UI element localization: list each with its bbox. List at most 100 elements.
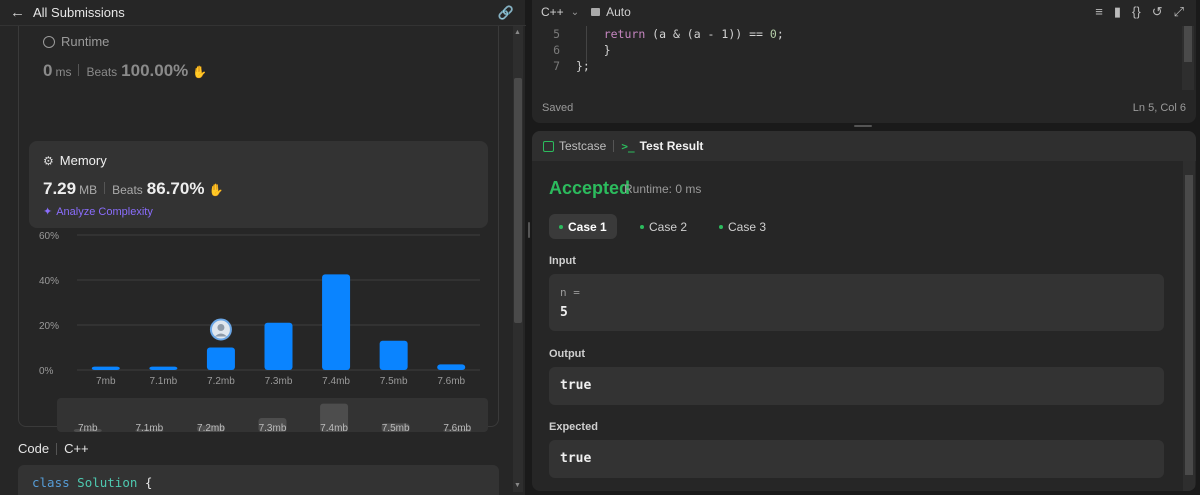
performance-card: Runtime 0 ms Beats 100.00% ✋ ⚙ Memory 7.… xyxy=(18,26,499,432)
tab-test-result[interactable]: >_ Test Result xyxy=(621,139,703,153)
memory-card[interactable]: ⚙ Memory 7.29 MB Beats 86.70% ✋ ✦ Analyz… xyxy=(29,141,488,228)
runtime-stats: 0 ms Beats 100.00% ✋ xyxy=(43,61,207,81)
runtime-label: Runtime xyxy=(61,34,110,49)
input-box[interactable]: n = 5 xyxy=(549,274,1164,331)
scroll-thumb[interactable] xyxy=(1185,175,1193,475)
splitter-grip[interactable] xyxy=(528,222,530,238)
splitter-grip[interactable] xyxy=(854,125,872,127)
code-token: } xyxy=(603,43,611,57)
memory-title: ⚙ Memory xyxy=(43,153,107,168)
editor-toolbar: C++ ⌄ Auto ≡ ▮ {} ↺ ⤢ xyxy=(532,0,1196,24)
divider xyxy=(78,64,80,76)
scroll-thumb[interactable] xyxy=(1184,26,1192,62)
runtime-beats-value: 100.00% xyxy=(121,61,189,80)
tab-testcase[interactable]: Testcase xyxy=(543,139,606,153)
range-tick-label: 7.1mb xyxy=(135,423,163,432)
x-tick-label: 7.3mb xyxy=(265,376,293,387)
runtime-title[interactable]: Runtime xyxy=(43,34,109,49)
runtime-beats-label: Beats xyxy=(86,65,118,79)
range-tick-label: 7mb xyxy=(78,423,98,432)
indent-guide xyxy=(586,26,587,62)
format-icon[interactable]: ≡ xyxy=(1095,4,1103,20)
line-content: } xyxy=(576,42,611,58)
submission-scroll-area: Runtime 0 ms Beats 100.00% ✋ ⚙ Memory 7.… xyxy=(0,26,514,495)
horizontal-splitter[interactable] xyxy=(532,123,1196,131)
code-label: Code xyxy=(18,441,50,456)
autocomplete-mode[interactable]: Auto xyxy=(606,5,631,19)
case-tab-3[interactable]: Case 3 xyxy=(709,214,776,239)
pass-dot-icon xyxy=(559,224,563,229)
submitted-code-block[interactable]: class Solution { xyxy=(18,465,499,495)
tab-testcase-label: Testcase xyxy=(559,139,607,153)
memory-stats: 7.29 MB Beats 86.70% ✋ xyxy=(43,179,223,199)
line-number: 6 xyxy=(553,43,560,57)
line-number: 7 xyxy=(553,59,560,73)
range-tick-label: 7.4mb xyxy=(320,423,348,432)
chart-bar[interactable] xyxy=(91,366,120,370)
analyze-complexity-label: Analyze Complexity xyxy=(56,205,153,218)
input-variable: n = xyxy=(560,286,580,299)
chart-bar[interactable] xyxy=(206,347,235,371)
expand-icon[interactable]: ⤢ xyxy=(1174,4,1184,20)
bookmark-icon[interactable]: ▮ xyxy=(1114,4,1121,20)
editor-tools: ≡ ▮ {} ↺ ⤢ xyxy=(1095,4,1184,20)
reset-icon[interactable]: ↺ xyxy=(1152,4,1163,20)
memory-unit: MB xyxy=(79,183,98,197)
share-link-icon[interactable]: 🔗 xyxy=(498,5,514,21)
divider xyxy=(56,442,58,455)
range-tick-label: 7.5mb xyxy=(382,423,410,432)
back-arrow-icon[interactable]: ← xyxy=(10,4,25,21)
language-selector[interactable]: C++ xyxy=(541,5,564,19)
scroll-thumb[interactable] xyxy=(514,78,522,323)
case-tab-2[interactable]: Case 2 xyxy=(630,214,697,239)
input-label: Input xyxy=(549,255,576,267)
code-language: C++ xyxy=(64,441,89,456)
y-tick-label: 20% xyxy=(39,321,59,332)
output-label: Output xyxy=(549,348,586,360)
checkbox-icon xyxy=(543,140,554,152)
chart-bar[interactable] xyxy=(379,340,408,370)
chevron-down-icon[interactable]: ⌄ xyxy=(571,7,579,18)
chart-range-selector[interactable]: 7mb 7.1mb 7.2mb 7.3mb 7.4mb 7.5mb 7.6mb xyxy=(57,398,488,432)
divider xyxy=(104,182,106,194)
editor-scrollbar[interactable] xyxy=(1182,26,1194,90)
scroll-down-icon[interactable]: ▼ xyxy=(514,482,521,489)
range-tick-label: 7.3mb xyxy=(259,423,287,432)
pass-dot-icon xyxy=(640,224,644,229)
chart-bar[interactable] xyxy=(437,364,466,370)
expected-label: Expected xyxy=(549,421,598,433)
expected-box[interactable]: true xyxy=(549,440,1164,478)
code-token: ; xyxy=(776,27,784,41)
case-tab-label: Case 1 xyxy=(568,219,607,234)
case-tab-1[interactable]: Case 1 xyxy=(549,214,617,239)
sparkle-icon: ✦ xyxy=(43,206,53,218)
y-tick-label: 40% xyxy=(39,276,59,287)
scroll-up-icon[interactable]: ▲ xyxy=(514,29,521,36)
chart-bar[interactable] xyxy=(149,366,178,370)
chart-bar[interactable] xyxy=(322,274,351,370)
code-keyword: class xyxy=(32,475,70,490)
range-tick-label: 7.2mb xyxy=(197,423,225,432)
line-number: 5 xyxy=(553,27,560,41)
tab-test-result-label: Test Result xyxy=(639,139,704,153)
clock-icon xyxy=(43,35,55,48)
braces-icon[interactable]: {} xyxy=(1132,4,1141,20)
expected-value: true xyxy=(560,451,592,466)
left-header: ← All Submissions 🔗 xyxy=(0,0,526,26)
left-scrollbar[interactable]: ▲ ▼ xyxy=(513,26,523,492)
verdict-runtime: Runtime: 0 ms xyxy=(624,182,702,196)
memory-value: 7.29 xyxy=(43,179,77,198)
chart-bar[interactable] xyxy=(264,322,293,370)
results-scrollbar[interactable] xyxy=(1183,161,1195,491)
pass-dot-icon xyxy=(719,224,723,229)
output-value: true xyxy=(560,378,592,393)
analyze-complexity-button[interactable]: ✦ Analyze Complexity xyxy=(43,205,153,219)
code-token: 0 xyxy=(769,27,777,41)
lock-icon xyxy=(591,8,601,16)
all-submissions-link[interactable]: All Submissions xyxy=(33,5,125,20)
output-box[interactable]: true xyxy=(549,367,1164,405)
case-tab-label: Case 2 xyxy=(649,219,688,234)
test-result-panel: Testcase >_ Test Result Accepted Runtime… xyxy=(532,131,1196,491)
